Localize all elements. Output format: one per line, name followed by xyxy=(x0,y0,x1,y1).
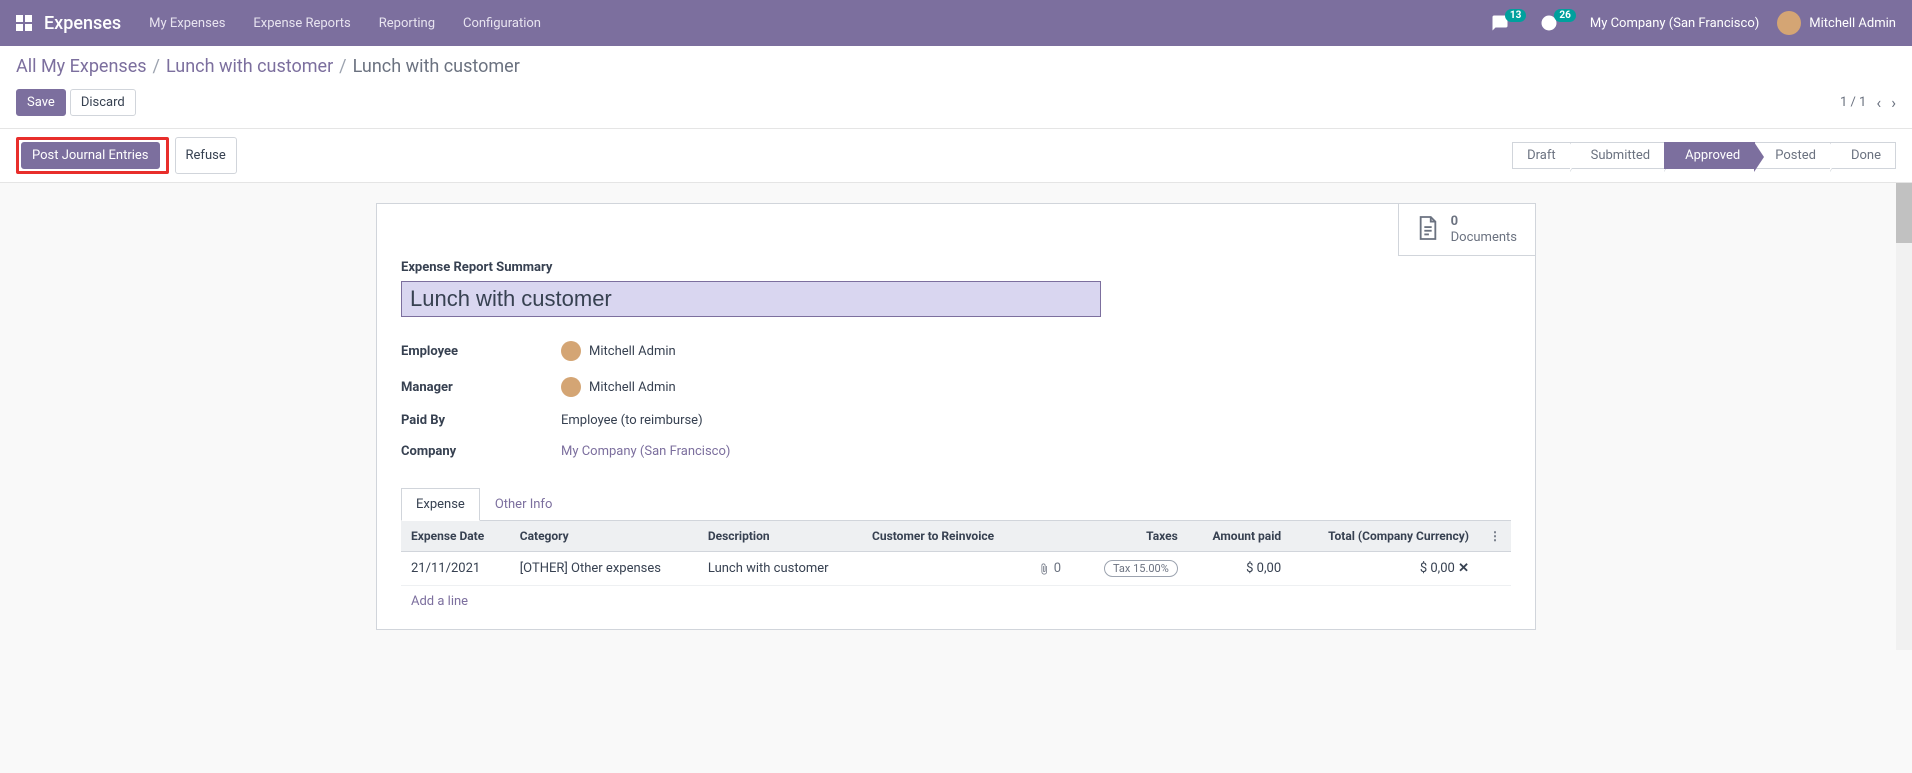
top-navbar: Expenses My Expenses Expense Reports Rep… xyxy=(0,0,1912,46)
manager-value: Mitchell Admin xyxy=(589,380,676,395)
cell-attachments[interactable]: 0 xyxy=(1028,552,1079,586)
cell-amount[interactable]: $ 0,00 xyxy=(1188,552,1291,586)
cell-customer[interactable] xyxy=(862,552,1028,586)
highlight-annotation: Post Journal Entries xyxy=(16,137,169,174)
discard-button[interactable]: Discard xyxy=(70,89,136,116)
expense-lines-table: Expense Date Category Description Custom… xyxy=(401,521,1511,617)
documents-button[interactable]: 0 Documents xyxy=(1398,204,1535,256)
employee-label: Employee xyxy=(401,344,561,359)
status-step-posted[interactable]: Posted xyxy=(1754,142,1831,169)
avatar xyxy=(561,377,581,397)
status-step-draft[interactable]: Draft xyxy=(1512,142,1571,169)
col-category[interactable]: Category xyxy=(510,521,698,552)
nav-expense-reports[interactable]: Expense Reports xyxy=(253,16,350,31)
paperclip-icon xyxy=(1038,563,1050,575)
col-description[interactable]: Description xyxy=(698,521,862,552)
scrollbar-thumb[interactable] xyxy=(1896,183,1912,243)
breadcrumb-sep: / xyxy=(339,56,346,77)
pager-prev[interactable]: ‹ xyxy=(1876,93,1881,112)
nav-configuration[interactable]: Configuration xyxy=(463,16,541,31)
tax-pill: Tax 15.00% xyxy=(1104,560,1178,577)
cell-description[interactable]: Lunch with customer xyxy=(698,552,862,586)
documents-count: 0 xyxy=(1451,214,1517,230)
col-total[interactable]: Total (Company Currency) xyxy=(1291,521,1479,552)
nav-my-expenses[interactable]: My Expenses xyxy=(149,16,225,31)
pager-text[interactable]: 1 / 1 xyxy=(1840,95,1866,110)
table-row[interactable]: 21/11/2021 [OTHER] Other expenses Lunch … xyxy=(401,552,1511,586)
employee-value: Mitchell Admin xyxy=(589,344,676,359)
form-sheet: 0 Documents Expense Report Summary Emplo… xyxy=(376,203,1536,630)
manager-field[interactable]: Mitchell Admin xyxy=(561,377,676,397)
summary-label: Expense Report Summary xyxy=(401,260,1511,275)
paidby-label: Paid By xyxy=(401,413,561,428)
content-area: 0 Documents Expense Report Summary Emplo… xyxy=(0,183,1912,650)
breadcrumb-current: Lunch with customer xyxy=(353,56,520,77)
user-avatar[interactable] xyxy=(1777,11,1801,35)
cell-total[interactable]: $ 0,00 ✕ xyxy=(1291,552,1479,586)
refuse-button[interactable]: Refuse xyxy=(175,137,237,174)
company-value: My Company (San Francisco) xyxy=(561,444,730,459)
activities-badge: 26 xyxy=(1554,9,1575,22)
company-field[interactable]: My Company (San Francisco) xyxy=(561,444,730,459)
status-step-submitted[interactable]: Submitted xyxy=(1570,142,1665,169)
activities-button[interactable]: 26 xyxy=(1540,14,1575,32)
messages-button[interactable]: 13 xyxy=(1491,14,1526,32)
cell-taxes[interactable]: Tax 15.00% xyxy=(1078,552,1187,586)
status-bar: Post Journal Entries Refuse Draft Submit… xyxy=(0,129,1912,183)
status-step-done[interactable]: Done xyxy=(1830,142,1896,169)
pager: 1 / 1 ‹ › xyxy=(1840,93,1896,112)
documents-label: Documents xyxy=(1451,230,1517,246)
col-customer[interactable]: Customer to Reinvoice xyxy=(862,521,1028,552)
breadcrumb-sep: / xyxy=(153,56,160,77)
company-selector[interactable]: My Company (San Francisco) xyxy=(1590,16,1759,31)
nav-reporting[interactable]: Reporting xyxy=(379,16,435,31)
document-icon xyxy=(1417,215,1439,245)
breadcrumb-root[interactable]: All My Expenses xyxy=(16,56,147,77)
pager-next[interactable]: › xyxy=(1891,93,1896,112)
messages-badge: 13 xyxy=(1505,9,1526,22)
col-taxes[interactable]: Taxes xyxy=(1078,521,1187,552)
user-menu[interactable]: Mitchell Admin xyxy=(1809,16,1896,31)
employee-field[interactable]: Mitchell Admin xyxy=(561,341,676,361)
manager-label: Manager xyxy=(401,380,561,395)
attach-count: 0 xyxy=(1054,561,1061,576)
post-journal-entries-button[interactable]: Post Journal Entries xyxy=(21,142,160,169)
breadcrumb-parent[interactable]: Lunch with customer xyxy=(166,56,333,77)
apps-icon[interactable] xyxy=(16,15,32,31)
cell-category[interactable]: [OTHER] Other expenses xyxy=(510,552,698,586)
paidby-field[interactable]: Employee (to reimburse) xyxy=(561,413,703,428)
app-name[interactable]: Expenses xyxy=(44,13,121,34)
col-date[interactable]: Expense Date xyxy=(401,521,510,552)
paidby-value: Employee (to reimburse) xyxy=(561,413,703,428)
col-amount[interactable]: Amount paid xyxy=(1188,521,1291,552)
breadcrumb: All My Expenses / Lunch with customer / … xyxy=(16,56,1896,77)
company-label: Company xyxy=(401,444,561,459)
tab-expense[interactable]: Expense xyxy=(401,488,480,521)
avatar xyxy=(561,341,581,361)
summary-input[interactable] xyxy=(401,281,1101,317)
control-panel: All My Expenses / Lunch with customer / … xyxy=(0,46,1912,129)
tab-other-info[interactable]: Other Info xyxy=(480,488,568,521)
save-button[interactable]: Save xyxy=(16,89,66,116)
delete-row-icon[interactable]: ✕ xyxy=(1458,561,1469,576)
cell-date[interactable]: 21/11/2021 xyxy=(401,552,510,586)
columns-menu-icon[interactable]: ⋮ xyxy=(1489,529,1501,543)
col-attach xyxy=(1028,521,1079,552)
add-line-link[interactable]: Add a line xyxy=(401,586,1511,617)
tabs: Expense Other Info xyxy=(401,487,1511,521)
vertical-scrollbar[interactable] xyxy=(1896,183,1912,650)
status-step-approved[interactable]: Approved xyxy=(1664,142,1755,169)
status-steps: Draft Submitted Approved Posted Done xyxy=(1513,142,1896,169)
